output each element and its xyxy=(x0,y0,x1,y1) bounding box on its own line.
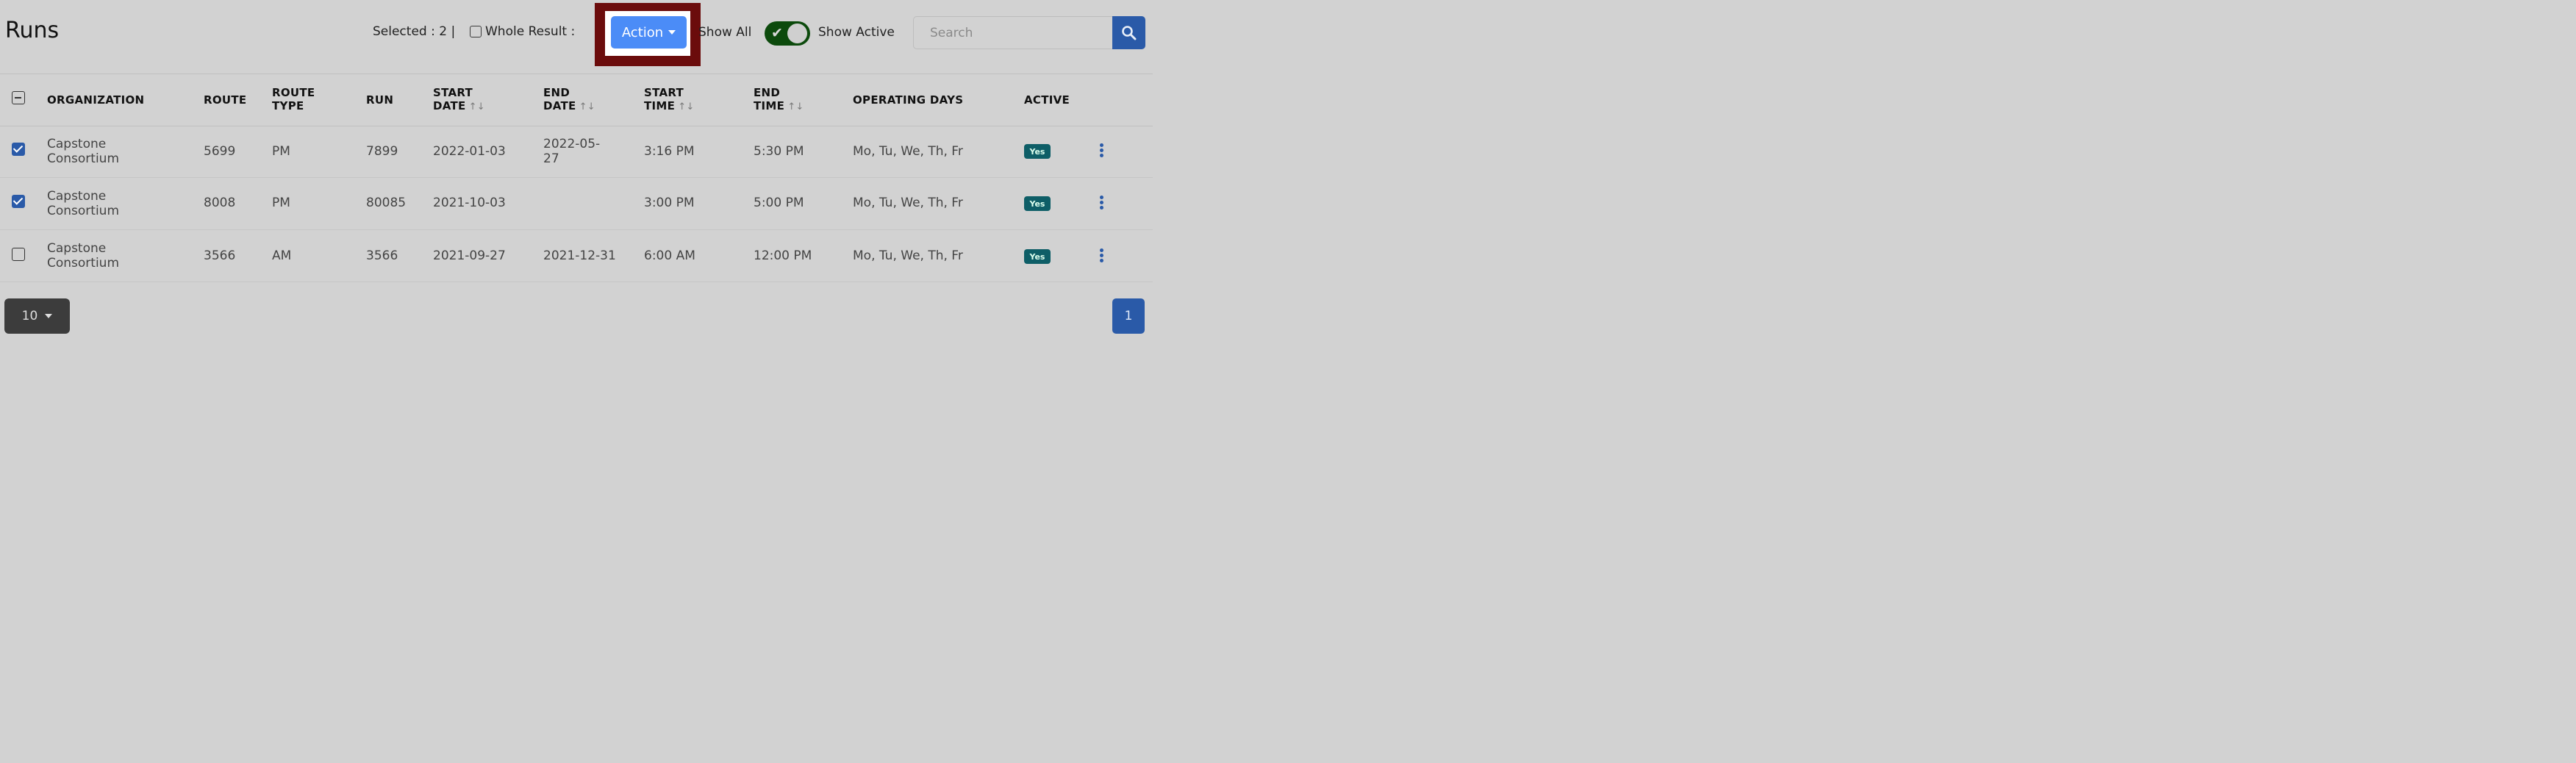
cell-start-date: 2022-01-03 xyxy=(433,144,506,159)
active-badge: Yes xyxy=(1024,144,1051,159)
cell-end-time: 12:00 PM xyxy=(754,248,812,263)
table-header: ORGANIZATION ROUTE ROUTE TYPE RUN START … xyxy=(0,74,1153,126)
org-line1: Capstone xyxy=(47,137,107,151)
cell-run: 7899 xyxy=(366,144,398,159)
cell-route: 5699 xyxy=(204,144,236,159)
caret-down-icon xyxy=(668,30,676,35)
cell-end-time: 5:00 PM xyxy=(754,196,804,210)
active-badge: Yes xyxy=(1024,249,1051,264)
sort-icon[interactable]: ↑↓ xyxy=(787,101,804,112)
col-route-type-line2: TYPE xyxy=(272,99,304,112)
whole-result-label: Whole Result : xyxy=(485,24,576,39)
table-row[interactable]: Capstone Consortium 8008 PM 80085 2021-1… xyxy=(0,177,1153,230)
org-line2: Consortium xyxy=(47,204,120,218)
caret-down-icon xyxy=(45,314,53,318)
col-run: RUN xyxy=(366,93,394,107)
sort-icon[interactable]: ↑↓ xyxy=(579,101,595,112)
col-start-date[interactable]: START DATE ↑↓ xyxy=(433,86,485,114)
org-line2: Consortium xyxy=(47,151,120,166)
col-start-time-line1: START xyxy=(644,86,684,99)
selected-count: Selected : 2 | xyxy=(373,24,456,39)
cell-end-time: 5:30 PM xyxy=(754,144,804,159)
runs-page: Runs Selected : 2 | Whole Result : Actio… xyxy=(0,0,1153,341)
col-end-time-line2: TIME xyxy=(754,99,785,112)
row-checkbox[interactable] xyxy=(12,195,25,208)
col-start-date-line2: DATE xyxy=(433,99,466,112)
check-icon: ✔ xyxy=(771,25,783,41)
cell-operating-days: Mo, Tu, We, Th, Fr xyxy=(853,248,963,263)
cell-start-time: 3:16 PM xyxy=(644,144,695,159)
show-active-label: Show Active xyxy=(818,25,895,40)
cell-route: 3566 xyxy=(204,248,236,263)
col-start-time-line2: TIME xyxy=(644,99,676,112)
search-icon xyxy=(1122,26,1137,40)
sort-icon[interactable]: ↑↓ xyxy=(469,101,485,112)
pagination-page-1[interactable]: 1 xyxy=(1112,298,1145,334)
whole-result-checkbox[interactable] xyxy=(470,26,482,37)
col-start-time[interactable]: START TIME ↑↓ xyxy=(644,86,695,114)
toggle-knob xyxy=(787,24,807,43)
cell-organization: Capstone Consortium xyxy=(47,241,119,271)
search-input[interactable] xyxy=(913,16,1113,49)
search-button[interactable] xyxy=(1112,16,1145,49)
per-page-dropdown[interactable]: 10 xyxy=(4,298,70,334)
cell-operating-days: Mo, Tu, We, Th, Fr xyxy=(853,144,963,159)
select-all-checkbox[interactable] xyxy=(12,91,25,104)
show-active-toggle[interactable]: ✔ xyxy=(765,21,810,46)
more-options-icon[interactable] xyxy=(1100,196,1104,210)
col-end-date[interactable]: END DATE ↑↓ xyxy=(543,86,595,114)
col-end-date-line1: END xyxy=(543,86,570,99)
cell-organization: Capstone Consortium xyxy=(47,189,119,218)
cell-run: 3566 xyxy=(366,248,398,263)
col-end-time-line1: END xyxy=(754,86,781,99)
per-page-value: 10 xyxy=(21,309,38,323)
col-route-type: ROUTE TYPE xyxy=(272,86,315,112)
cell-route-type: PM xyxy=(272,144,290,159)
col-organization: ORGANIZATION xyxy=(47,93,145,107)
sort-icon[interactable]: ↑↓ xyxy=(678,101,694,112)
more-options-icon[interactable] xyxy=(1100,143,1104,158)
end-date-line2: 27 xyxy=(543,151,559,166)
org-line2: Consortium xyxy=(47,256,120,271)
cell-end-date: 2022-05- 27 xyxy=(543,137,600,166)
action-dropdown-button[interactable]: Action xyxy=(611,16,687,49)
col-end-date-line2: DATE xyxy=(543,99,576,112)
col-route-type-line1: ROUTE xyxy=(272,86,315,99)
cell-organization: Capstone Consortium xyxy=(47,137,119,166)
action-label: Action xyxy=(621,24,664,40)
active-badge: Yes xyxy=(1024,196,1051,211)
row-checkbox[interactable] xyxy=(12,248,25,261)
cell-end-date: 2021-12-31 xyxy=(543,248,616,263)
cell-route: 8008 xyxy=(204,196,236,210)
col-operating-days: OPERATING DAYS xyxy=(853,93,964,107)
more-options-icon[interactable] xyxy=(1100,248,1104,263)
org-line1: Capstone xyxy=(47,189,107,204)
cell-start-date: 2021-10-03 xyxy=(433,196,506,210)
whole-result: Whole Result : xyxy=(470,24,575,39)
page-title: Runs xyxy=(5,18,60,43)
cell-operating-days: Mo, Tu, We, Th, Fr xyxy=(853,196,963,210)
cell-start-date: 2021-09-27 xyxy=(433,248,506,263)
table-row[interactable]: Capstone Consortium 3566 AM 3566 2021-09… xyxy=(0,229,1153,282)
show-all-label: Show All xyxy=(698,25,752,40)
cell-route-type: AM xyxy=(272,248,292,263)
row-checkbox[interactable] xyxy=(12,143,25,156)
cell-start-time: 6:00 AM xyxy=(644,248,695,263)
col-end-time[interactable]: END TIME ↑↓ xyxy=(754,86,804,114)
col-start-date-line1: START xyxy=(433,86,473,99)
end-date-line1: 2022-05- xyxy=(543,137,601,151)
col-active: ACTIVE xyxy=(1024,93,1070,107)
org-line1: Capstone xyxy=(47,241,107,256)
cell-start-time: 3:00 PM xyxy=(644,196,695,210)
table-row[interactable]: Capstone Consortium 5699 PM 7899 2022-01… xyxy=(0,125,1153,178)
col-route: ROUTE xyxy=(204,93,247,107)
cell-route-type: PM xyxy=(272,196,290,210)
cell-run: 80085 xyxy=(366,196,407,210)
